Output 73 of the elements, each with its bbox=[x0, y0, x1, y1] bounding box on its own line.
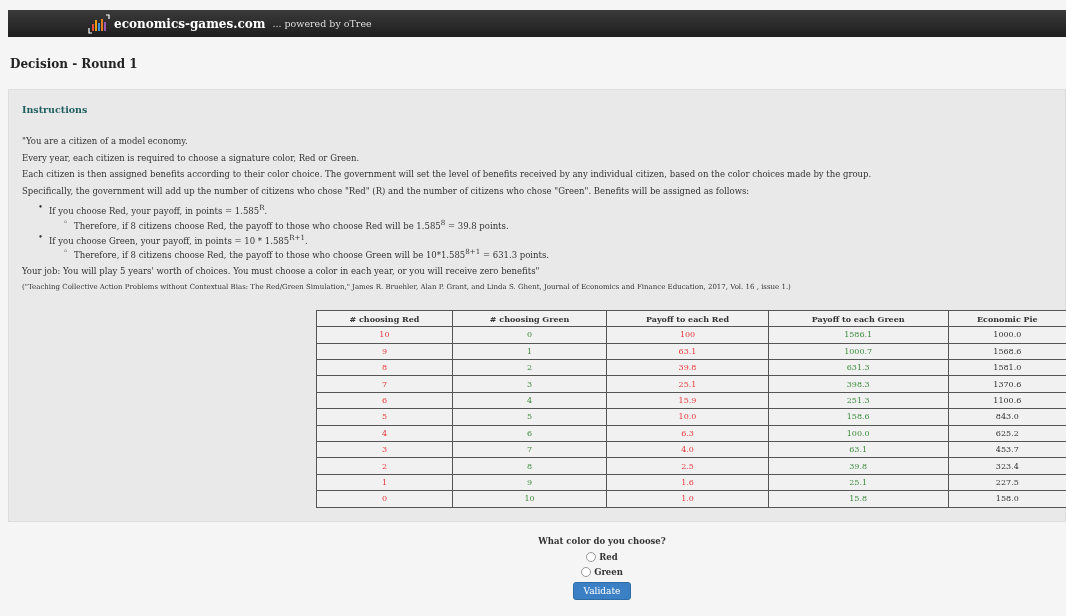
table-cell: 15.9 bbox=[606, 392, 769, 409]
column-header: Payoff to each Red bbox=[606, 310, 769, 327]
table-cell: 0 bbox=[316, 490, 453, 507]
table-cell: 6.3 bbox=[606, 425, 769, 442]
table-cell: 2 bbox=[316, 457, 453, 475]
table-cell: 1.0 bbox=[606, 490, 769, 507]
table-cell: 63.1 bbox=[606, 343, 769, 360]
table-cell: 15.8 bbox=[768, 490, 949, 507]
table-cell: 7 bbox=[316, 375, 453, 393]
table-cell: 631.3 bbox=[768, 359, 949, 376]
table-cell: 39.8 bbox=[768, 457, 949, 475]
table-cell: 5 bbox=[452, 408, 607, 426]
table-cell: 100 bbox=[606, 326, 769, 344]
payoff-example: Therefore, if 8 citizens choose Red, the payoff to those who choose Red will be 1.585$^{8}$ = 39.8 points. bbox=[74, 216, 509, 232]
table-cell: 158.6 bbox=[768, 408, 949, 426]
table-cell: 2.5 bbox=[606, 457, 769, 475]
table-cell: 63.1 bbox=[768, 441, 949, 458]
bullet-marker: • bbox=[38, 231, 43, 244]
table-cell: 9 bbox=[452, 474, 607, 491]
payoff-rule: If you choose Red, your payoff, in points = 1.585$^{R}$. bbox=[49, 202, 268, 217]
bar-chart-logo-icon bbox=[88, 13, 110, 34]
table-cell: 1586.1 bbox=[768, 326, 949, 344]
instruction-paragraph: Specifically, the government will add up the number of citizens who chose "Red" (R) and the number of citizens who chose "Green". Benefits will be assigned as follows: bbox=[22, 185, 751, 197]
table-cell: 8 bbox=[452, 457, 607, 475]
instruction-paragraph: "You are a citizen of a model economy. bbox=[22, 136, 189, 147]
table-cell: 6 bbox=[316, 392, 453, 409]
table-cell: 8 bbox=[316, 359, 453, 376]
table-cell: 100.0 bbox=[768, 425, 949, 442]
table-cell: 10.0 bbox=[606, 408, 769, 426]
validate-button[interactable]: Validate bbox=[572, 582, 632, 600]
table-cell: 10 bbox=[316, 326, 453, 344]
table-cell: 10 bbox=[452, 490, 607, 507]
table-cell: 398.3 bbox=[768, 375, 949, 393]
site-brand[interactable]: economics-games.com bbox=[114, 16, 266, 31]
table-cell: 251.3 bbox=[768, 392, 949, 409]
table-cell: 25.1 bbox=[606, 375, 769, 393]
table-cell: 4.0 bbox=[606, 441, 769, 458]
table-cell: 1 bbox=[316, 474, 453, 491]
table-cell: 2 bbox=[452, 359, 607, 376]
table-cell: 6 bbox=[452, 425, 607, 442]
table-cell: 1 bbox=[452, 343, 607, 360]
closing-paragraph: Your job: You will play 5 years' worth of choices. You must choose a color in each year, or you will receive zero benefits" bbox=[22, 266, 541, 278]
column-header: Payoff to each Green bbox=[768, 310, 949, 327]
table-cell: 4 bbox=[452, 392, 607, 409]
question-label: What color do you choose? bbox=[538, 536, 666, 546]
table-cell: 1000.7 bbox=[768, 343, 949, 360]
table-cell: 5 bbox=[316, 408, 453, 426]
table-cell: 25.1 bbox=[768, 474, 949, 491]
radio-button[interactable] bbox=[586, 551, 597, 562]
table-cell: 0 bbox=[452, 326, 607, 344]
bullet-marker: • bbox=[38, 202, 43, 214]
radio-label[interactable]: Green bbox=[594, 566, 623, 577]
radio-button[interactable] bbox=[581, 566, 592, 577]
table-cell: 9 bbox=[316, 343, 453, 360]
instruction-paragraph: Every year, each citizen is required to choose a signature color, Red or Green. bbox=[22, 152, 361, 164]
column-header: Economic Pie bbox=[948, 310, 1066, 327]
radio-label[interactable]: Red bbox=[599, 551, 618, 562]
table-cell: 3 bbox=[452, 375, 607, 393]
table-cell: 7 bbox=[452, 441, 607, 458]
payoff-rule: If you choose Green, your payoff, in points = 10 * 1.585$^{R+1}$. bbox=[49, 231, 308, 247]
table-cell: 39.8 bbox=[606, 359, 769, 376]
table-cell: 1.6 bbox=[606, 474, 769, 491]
instruction-paragraph: Each citizen is then assigned benefits according to their color choice. The government will set the level of benefits received by any individual citizen, based on the color choices made by the group. bbox=[22, 169, 873, 180]
payoff-example: Therefore, if 8 citizens choose Red, the payoff to those who choose Green will be 10*1.585$^{8+1}$ = 631.3 points. bbox=[74, 246, 549, 262]
bullet-marker: ◦ bbox=[63, 246, 68, 259]
instructions-heading: Instructions bbox=[22, 104, 89, 115]
column-header: # choosing Red bbox=[316, 310, 453, 327]
table-cell: 4 bbox=[316, 425, 453, 442]
column-header: # choosing Green bbox=[452, 310, 607, 327]
powered-by-text: ... powered by oTree bbox=[272, 18, 372, 29]
page-title: Decision - Round 1 bbox=[9, 56, 139, 73]
bullet-marker: ◦ bbox=[63, 216, 68, 229]
table-cell: 3 bbox=[316, 441, 453, 458]
